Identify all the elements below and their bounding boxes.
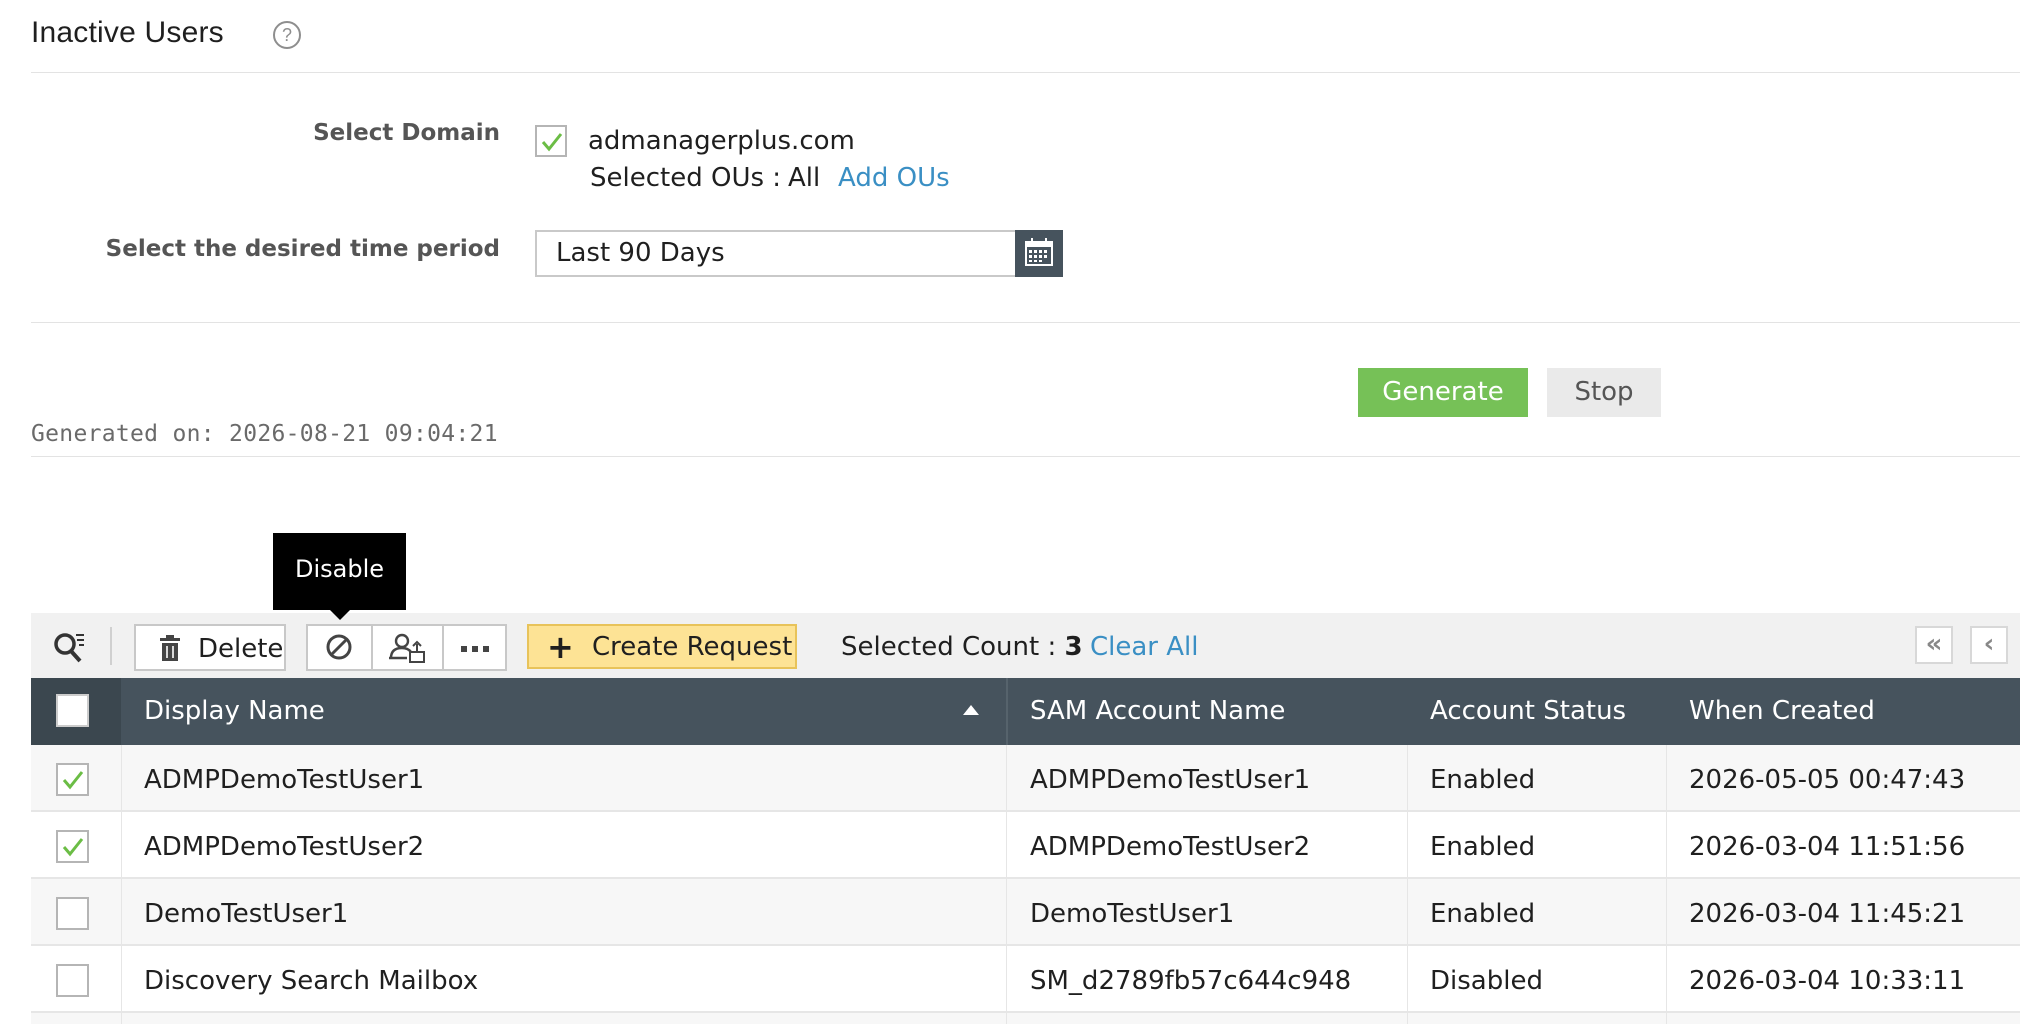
column-divider <box>1407 745 1408 1024</box>
select-domain-label: Select Domain <box>313 120 500 146</box>
disable-icon <box>326 634 352 660</box>
create-request-button[interactable]: + Create Request <box>527 624 797 669</box>
delete-label: Delete <box>198 634 284 664</box>
domain-checkbox[interactable] <box>535 125 567 157</box>
display-name-cell: Discovery Search Mailbox <box>144 966 479 996</box>
column-divider <box>1006 678 1008 745</box>
create-request-label: Create Request <box>592 632 793 662</box>
account-status-cell: Disabled <box>1430 966 1543 996</box>
trash-icon <box>160 635 180 661</box>
first-page-button[interactable]: « <box>1915 626 1953 664</box>
selected-count: Selected Count : 3 <box>841 632 1083 662</box>
column-divider <box>1006 745 1007 1024</box>
time-period-field[interactable]: Last 90 Days <box>535 230 1017 277</box>
select-all-checkbox[interactable] <box>56 694 89 727</box>
column-header-when-created[interactable]: When Created <box>1689 678 1875 745</box>
display-name-cell: ADMPDemoTestUser2 <box>144 832 425 862</box>
delete-button[interactable]: Delete <box>134 624 286 671</box>
more-actions-button[interactable] <box>442 624 507 671</box>
move-user-icon <box>389 633 425 663</box>
time-period-label: Select the desired time period <box>105 236 500 262</box>
inactive-users-report: Inactive Users ? Select Domain admanager… <box>0 0 2020 1024</box>
column-header-sam-account-name[interactable]: SAM Account Name <box>1030 678 1285 745</box>
sam-account-cell: ADMPDemoTestUser2 <box>1030 832 1311 862</box>
row-checkbox[interactable] <box>56 964 89 997</box>
selected-count-label: Selected Count : <box>841 632 1057 662</box>
when-created-cell: 2026-03-04 10:33:11 <box>1689 966 1966 996</box>
tooltip-arrow <box>329 609 351 620</box>
row-checkbox[interactable] <box>56 763 89 796</box>
sort-ascending-icon[interactable] <box>963 705 979 715</box>
when-created-cell: 2026-03-04 11:45:21 <box>1689 899 1966 929</box>
check-icon <box>62 838 84 857</box>
row-checkbox[interactable] <box>56 897 89 930</box>
table-row[interactable] <box>31 1013 2020 1024</box>
divider <box>31 456 2020 457</box>
column-header-display-name[interactable]: Display Name <box>144 678 325 745</box>
row-checkbox[interactable] <box>56 830 89 863</box>
account-status-cell: Enabled <box>1430 832 1536 862</box>
sam-account-cell: SM_d2789fb57c644c948 <box>1030 966 1352 996</box>
page-title: Inactive Users <box>31 16 224 49</box>
prev-page-button[interactable]: ‹ <box>1970 626 2008 664</box>
add-ous-link[interactable]: Add OUs <box>838 163 950 193</box>
disable-tooltip: Disable <box>273 533 406 610</box>
sam-account-cell: ADMPDemoTestUser1 <box>1030 765 1311 795</box>
calendar-icon <box>1025 238 1053 266</box>
clear-all-link[interactable]: Clear All <box>1090 632 1199 662</box>
check-icon <box>62 771 84 790</box>
disable-button[interactable] <box>306 624 373 671</box>
help-icon[interactable]: ? <box>273 21 301 49</box>
column-divider <box>1666 745 1667 1024</box>
toolbar-separator <box>110 627 112 665</box>
account-status-cell: Enabled <box>1430 899 1536 929</box>
display-name-cell: ADMPDemoTestUser1 <box>144 765 425 795</box>
display-name-cell: DemoTestUser1 <box>144 899 349 929</box>
column-divider <box>121 745 122 1024</box>
move-user-button[interactable] <box>371 624 444 671</box>
when-created-cell: 2026-03-04 11:51:56 <box>1689 832 1966 862</box>
selected-ous-label: Selected OUs : <box>590 163 782 193</box>
generate-button[interactable]: Generate <box>1358 368 1528 417</box>
when-created-cell: 2026-05-05 00:47:43 <box>1689 765 1966 795</box>
account-status-cell: Enabled <box>1430 765 1536 795</box>
calendar-button[interactable] <box>1015 230 1063 277</box>
check-icon <box>541 133 563 152</box>
column-header-account-status[interactable]: Account Status <box>1430 678 1626 745</box>
domain-name: admanagerplus.com <box>588 126 855 156</box>
divider <box>31 72 2020 73</box>
search-filter-icon[interactable] <box>52 630 86 664</box>
sam-account-cell: DemoTestUser1 <box>1030 899 1235 929</box>
more-icon <box>461 646 489 652</box>
generated-on-text: Generated on: 2026-08-21 09:04:21 <box>31 421 498 447</box>
selected-ous-value: All <box>788 163 821 193</box>
stop-button[interactable]: Stop <box>1547 368 1661 417</box>
plus-icon: + <box>547 628 574 666</box>
selected-count-value: 3 <box>1064 632 1083 662</box>
divider <box>31 322 2020 323</box>
